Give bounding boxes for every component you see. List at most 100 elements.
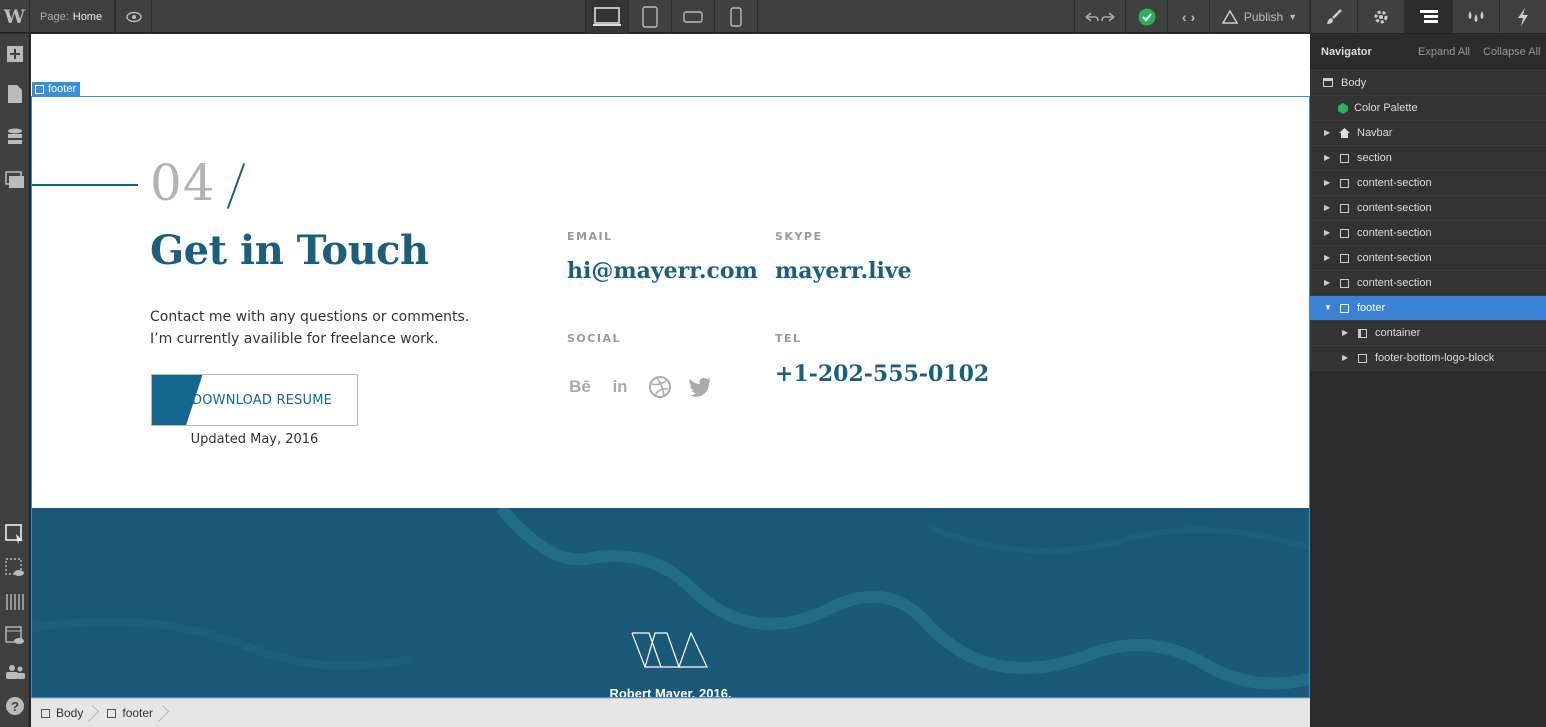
nav-item-label: Body [1341,77,1367,89]
download-resume-button[interactable]: DOWNLOAD RESUME [151,374,358,426]
nav-item-footer[interactable]: ▼ footer [1310,295,1546,320]
expand-arrow-icon[interactable]: ▶ [1324,221,1330,245]
preview-eye-icon[interactable] [115,0,152,33]
contact-heading: Get in Touch [150,227,429,274]
expand-arrow-icon[interactable]: ▶ [1342,321,1348,345]
top-toolbar: W Page: Home ‹ › Publish ▼ [0,0,1310,33]
cms-database-icon[interactable] [3,126,27,150]
mobile-portrait-icon[interactable] [715,0,758,33]
page-selector[interactable]: Page: Home [30,0,115,33]
section-slash [226,163,246,209]
skype-link[interactable]: mayerr.live [775,258,912,284]
settings-gear-icon[interactable] [1357,0,1404,33]
social-icons: Bē in [567,374,713,400]
mobile-landscape-icon[interactable] [672,0,715,33]
nav-item-footer-bottom-logo-block[interactable]: ▶ footer-bottom-logo-block [1310,345,1546,370]
behance-icon[interactable]: Bē [567,374,593,400]
interactions-bolt-icon[interactable] [1498,0,1546,33]
navigator-icon[interactable] [1404,0,1452,33]
expand-arrow-icon[interactable]: ▶ [1324,271,1330,295]
style-brush-icon[interactable] [1310,0,1357,33]
element-box-icon [1340,254,1349,263]
nav-item-label: section [1357,152,1392,164]
dribbble-icon[interactable] [647,374,673,400]
nav-item-section[interactable]: ▶ section [1310,145,1546,170]
linkedin-icon[interactable]: in [607,374,633,400]
grid-icon[interactable] [3,590,27,614]
desktop-icon[interactable] [586,0,629,33]
navigator-header: Navigator Expand All Collapse All [1310,34,1546,70]
nav-item-label: Navbar [1357,127,1393,139]
add-icon[interactable] [3,42,27,66]
section-number: 04 [150,154,216,212]
collapse-all-button[interactable]: Collapse All [1483,46,1540,58]
panel-tabs [1310,0,1546,34]
email-link[interactable]: hi@mayerr.com [567,258,758,284]
expand-arrow-icon[interactable]: ▶ [1324,246,1330,270]
footer-bottom-band: Robert Mayer, 2016. [31,508,1310,698]
element-box-icon [1340,279,1349,288]
nav-item-container[interactable]: ▶ container [1310,320,1546,345]
nav-item-content-section[interactable]: ▶ content-section [1310,270,1546,295]
tablet-icon[interactable] [629,0,672,33]
breadcrumb-body-label: Body [56,706,84,720]
river-texture [31,508,1310,698]
navigator-title: Navigator [1321,46,1372,58]
nav-item-content-section[interactable]: ▶ content-section [1310,220,1546,245]
social-label: SOCIAL [567,332,621,345]
nav-item-label: footer-bottom-logo-block [1375,352,1495,364]
users-icon[interactable] [3,660,27,684]
breadcrumb-footer-label: footer [122,706,154,720]
layout-preview-icon[interactable] [3,624,27,648]
help-icon[interactable]: ? [3,694,27,718]
tel-link[interactable]: +1-202-555-0102 [775,361,989,387]
tel-label: TEL [775,332,802,345]
code-icon[interactable]: ‹ › [1168,0,1210,33]
desc-line-2: I’m currently availible for freelance wo… [150,331,439,347]
expand-arrow-icon[interactable]: ▶ [1342,346,1348,370]
nav-item-color-palette[interactable]: Color Palette [1310,95,1546,120]
select-cursor-icon[interactable] [3,522,27,546]
element-box-icon [1340,304,1349,313]
left-toolbar: ? [0,34,30,727]
nav-item-content-section[interactable]: ▶ content-section [1310,245,1546,270]
nav-item-label: content-section [1357,177,1432,189]
element-box-icon [1340,229,1349,238]
twitter-icon[interactable] [687,374,713,400]
page-label: Page: [40,10,69,23]
footer-copyright: Robert Mayer, 2016. [609,686,732,698]
desc-line-1: Contact me with any questions or comment… [150,309,470,325]
publish-label: Publish [1243,9,1284,24]
selected-element-tag[interactable]: footer [32,82,81,96]
saved-check-icon [1126,0,1168,33]
nav-item-label: content-section [1357,277,1432,289]
preview-outline-icon[interactable] [3,556,27,580]
nav-item-label: content-section [1357,252,1432,264]
nav-item-navbar[interactable]: ▶ Navbar [1310,120,1546,145]
breadcrumb-footer[interactable]: footer [97,699,167,727]
swatches-drops-icon[interactable] [1451,0,1499,33]
collapse-arrow-icon[interactable]: ▼ [1324,296,1332,320]
breadcrumb-body[interactable]: Body [31,699,97,727]
expand-all-button[interactable]: Expand All [1418,46,1470,58]
section-number-line [31,184,138,186]
element-box-icon [1340,179,1349,188]
nav-item-label: Color Palette [1354,102,1418,114]
webflow-logo[interactable]: W [0,0,30,33]
chevron-down-icon: ▼ [1288,11,1298,22]
expand-arrow-icon[interactable]: ▶ [1324,196,1330,220]
undo-redo[interactable] [1074,0,1126,33]
page-name: Home [72,10,103,23]
assets-icon[interactable] [3,168,27,192]
footer-logo-icon[interactable] [631,632,709,668]
nav-item-content-section[interactable]: ▶ content-section [1310,170,1546,195]
nav-item-body[interactable]: Body [1310,70,1546,95]
design-canvas[interactable]: footer 04 Get in Touch Contact me with a… [31,34,1310,698]
expand-arrow-icon[interactable]: ▶ [1324,146,1330,170]
nav-item-content-section[interactable]: ▶ content-section [1310,195,1546,220]
expand-arrow-icon[interactable]: ▶ [1324,121,1330,145]
expand-arrow-icon[interactable]: ▶ [1324,171,1330,195]
publish-button[interactable]: Publish ▼ [1210,0,1310,33]
designer-app: W Page: Home ‹ › Publish ▼ ? footer 04 G… [0,0,1546,727]
pages-icon[interactable] [3,82,27,106]
